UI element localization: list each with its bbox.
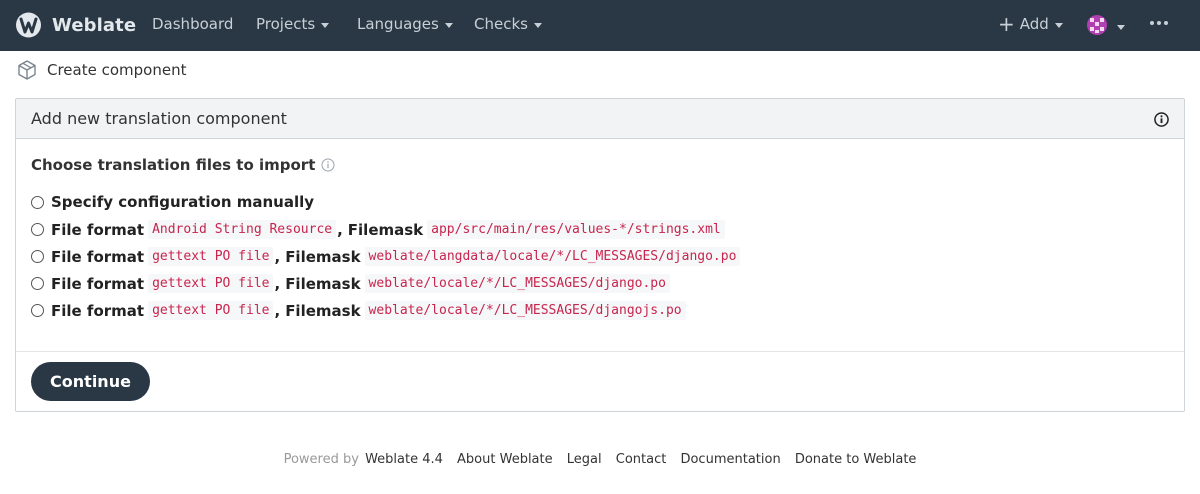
file-format-value: Android String Resource (148, 220, 337, 239)
filemask-value: weblate/locale/*/LC_MESSAGES/django.po (364, 274, 670, 293)
top-navbar: Weblate Dashboard Projects Languages Che… (0, 0, 1200, 51)
option-gettext-django[interactable]: File format gettext PO file , Filemask w… (31, 274, 670, 293)
chevron-down-icon (533, 22, 542, 28)
file-format-value: gettext PO file (148, 274, 274, 293)
option-gettext-langdata[interactable]: File format gettext PO file , Filemask w… (31, 247, 741, 266)
panel-divider (16, 351, 1184, 352)
chevron-down-icon (444, 22, 453, 28)
filemask-label: Filemask (285, 301, 361, 320)
nav-add-label: Add (1019, 15, 1049, 33)
form-heading-label: Choose translation files to import (31, 156, 316, 174)
form-heading: Choose translation files to import (31, 156, 335, 174)
radio-button[interactable] (31, 277, 44, 290)
footer-donate-link[interactable]: Donate to Weblate (795, 452, 917, 467)
breadcrumb: Create component (16, 58, 186, 82)
footer-powered-by: Powered by (283, 452, 359, 467)
radio-button[interactable] (31, 223, 44, 236)
nav-languages-label: Languages (357, 15, 439, 33)
footer-legal-link[interactable]: Legal (567, 452, 602, 467)
help-icon[interactable] (321, 158, 335, 172)
radio-button[interactable] (31, 304, 44, 317)
radio-button[interactable] (31, 195, 44, 209)
info-icon[interactable] (1154, 112, 1169, 127)
filemask-value: app/src/main/res/values-*/strings.xml (427, 220, 725, 239)
filemask-value: weblate/locale/*/LC_MESSAGES/djangojs.po (364, 301, 686, 320)
footer-version-link[interactable]: Weblate 4.4 (365, 452, 443, 467)
chevron-down-icon[interactable] (1117, 25, 1125, 30)
nav-projects-label: Projects (256, 15, 316, 33)
option-manual[interactable]: Specify configuration manually (31, 193, 314, 211)
cube-icon (18, 60, 36, 80)
footer-documentation-link[interactable]: Documentation (680, 452, 780, 467)
nav-add-dropdown[interactable]: + Add (998, 11, 1063, 36)
weblate-logo-icon (16, 12, 41, 38)
file-format-label: File format (51, 220, 145, 239)
filemask-label: Filemask (285, 247, 361, 266)
nav-dashboard-label: Dashboard (152, 15, 234, 33)
file-format-value: gettext PO file (148, 247, 274, 266)
option-gettext-djangojs[interactable]: File format gettext PO file , Filemask w… (31, 301, 686, 320)
breadcrumb-create-component[interactable]: Create component (47, 61, 186, 79)
panel-title: Add new translation component (31, 109, 287, 128)
file-format-label: File format (51, 301, 145, 320)
radio-button[interactable] (31, 250, 44, 263)
file-format-label: File format (51, 247, 145, 266)
add-component-panel: Add new translation component Choose tra… (15, 98, 1185, 412)
filemask-label: Filemask (347, 220, 424, 239)
brand-link[interactable]: Weblate (15, 12, 136, 38)
chevron-down-icon (321, 22, 330, 28)
nav-checks-label: Checks (474, 15, 528, 33)
footer-contact-link[interactable]: Contact (616, 452, 667, 467)
file-format-value: gettext PO file (148, 301, 274, 320)
plus-icon: + (998, 11, 1015, 36)
nav-dashboard[interactable]: Dashboard (152, 15, 233, 33)
panel-heading: Add new translation component (16, 99, 1184, 139)
footer-about-link[interactable]: About Weblate (457, 452, 553, 467)
filemask-value: weblate/langdata/locale/*/LC_MESSAGES/dj… (364, 247, 741, 266)
nav-languages-dropdown[interactable]: Languages (357, 15, 453, 33)
chevron-down-icon (1054, 22, 1063, 28)
option-android[interactable]: File format Android String Resource , Fi… (31, 220, 725, 239)
nav-projects-dropdown[interactable]: Projects (256, 15, 330, 33)
user-avatar[interactable] (1087, 15, 1107, 35)
option-label: Specify configuration manually (51, 193, 315, 211)
continue-button[interactable]: Continue (31, 362, 150, 401)
nav-checks-dropdown[interactable]: Checks (474, 15, 542, 33)
footer: Powered by Weblate 4.4 About Weblate Leg… (0, 452, 1200, 467)
filemask-label: Filemask (285, 274, 361, 293)
brand-name: Weblate (52, 14, 137, 36)
file-format-label: File format (51, 274, 145, 293)
more-menu-icon[interactable] (1150, 21, 1168, 25)
